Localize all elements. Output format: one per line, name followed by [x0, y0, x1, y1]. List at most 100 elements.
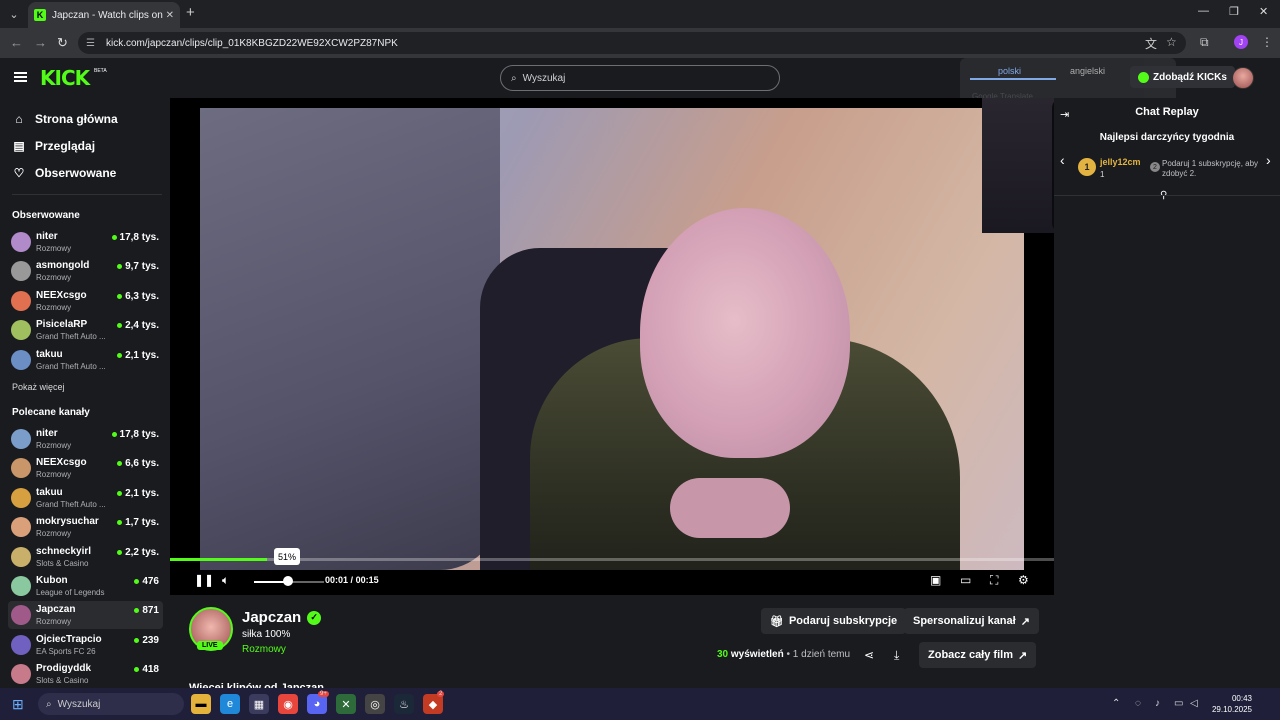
progress-track[interactable]	[170, 558, 1054, 561]
show-more-link[interactable]: Pokaż więcej	[12, 382, 65, 392]
channel-avatar	[11, 487, 31, 508]
live-dot-icon	[117, 549, 123, 555]
edge-icon[interactable]: e	[220, 694, 240, 714]
search-input[interactable]: ⌕ Wyszukaj	[500, 65, 780, 91]
download-icon[interactable]: ⤓	[894, 648, 899, 663]
browser-menu-icon[interactable]: ⋮	[1261, 35, 1273, 49]
sidebar-channel-neexcsgo[interactable]: NEEXcsgo Rozmowy 6,6 tys.	[8, 454, 163, 482]
fullscreen-icon[interactable]: ⛶	[990, 573, 998, 588]
file-explorer-icon[interactable]: ▬	[191, 694, 211, 714]
restore-button[interactable]: ❐	[1229, 5, 1239, 18]
sidebar-channel-neexcsgo[interactable]: NEEXcsgo Rozmowy 6,3 tys.	[8, 287, 163, 315]
channel-name: Prodigyddk	[36, 663, 92, 675]
speaker-icon[interactable]: ◁	[1190, 698, 1198, 709]
channel-viewers: 2,4 tys.	[117, 320, 159, 331]
reload-button[interactable]: ↻	[57, 35, 68, 51]
channel-category: League of Legends	[36, 588, 105, 597]
translate-lang-polish[interactable]: polski	[998, 66, 1021, 76]
sidebar-channel-takuu[interactable]: takuu Grand Theft Auto ... 2,1 tys.	[8, 484, 163, 512]
kick-logo[interactable]: KICK	[40, 66, 90, 90]
video-player[interactable]: 51% ❚❚ 🔈︎ 00:01 / 00:15 ▣ ▭ ⛶ ⚙	[170, 98, 1224, 595]
new-tab-button[interactable]: +	[186, 4, 195, 21]
time-current: 00:01	[325, 575, 349, 585]
store-icon[interactable]: ▦	[249, 694, 269, 714]
pause-icon[interactable]: ❚❚	[194, 573, 214, 587]
donor-name[interactable]: jelly12cm	[1100, 157, 1141, 167]
channel-category: Rozmowy	[36, 244, 72, 253]
discord-icon[interactable]: ◕	[307, 694, 327, 714]
minimize-button[interactable]: —	[1198, 5, 1209, 17]
menu-icon[interactable]	[14, 72, 27, 82]
tab-search-button[interactable]: ⌄	[4, 4, 24, 24]
browser-profile-avatar[interactable]: J	[1234, 35, 1248, 49]
nav-following-label: Obserwowane	[35, 166, 117, 180]
stats-dot: •	[786, 649, 791, 660]
clock-time: 00:43	[1231, 694, 1252, 703]
nav-browse[interactable]: ▤ Przeglądaj	[12, 136, 95, 156]
taskbar-search[interactable]: ⌕ Wyszukaj	[38, 693, 184, 715]
channel-category: Rozmowy	[36, 302, 72, 312]
chevron-left-icon[interactable]: ‹	[1060, 152, 1065, 168]
sidebar-channel-japczan[interactable]: Japczan Rozmowy 871	[8, 601, 163, 630]
tab-close-icon[interactable]: ✕	[166, 10, 174, 21]
forward-button[interactable]: →	[34, 35, 47, 50]
tray-chevron-icon[interactable]: ⌃	[1112, 698, 1120, 709]
browser-tab[interactable]: K Japczan - Watch clips on Kick ✕	[28, 2, 180, 28]
browser-tab-bar: ⌄ K Japczan - Watch clips on Kick ✕ + — …	[0, 0, 1280, 28]
app-icon[interactable]: ◎	[365, 694, 385, 714]
gift-subs-button[interactable]: 🎁︎ Podaruj subskrypcje	[761, 608, 907, 634]
volume-knob[interactable]	[283, 576, 293, 586]
extensions-icon[interactable]: ⧉	[1200, 35, 1209, 50]
taskbar-clock[interactable]: 00:43 29.10.2025	[1206, 693, 1252, 715]
viewer-count: 2,2 tys.	[125, 546, 159, 558]
sidebar-channel-takuu[interactable]: takuu Grand Theft Auto ... 2,1 tys.	[8, 346, 163, 374]
url-field[interactable]: ☰ kick.com/japczan/clips/clip_01K8KBGZD2…	[78, 32, 1186, 54]
nav-following[interactable]: ♡ Obserwowane	[12, 163, 117, 183]
settings-icon[interactable]: ⚙	[1018, 573, 1029, 587]
channel-viewers: 239	[134, 635, 159, 646]
customize-channel-button[interactable]: Spersonalizuj kanał ↗	[904, 608, 1039, 634]
sidebar-channel-asmongold[interactable]: asmongold Rozmowy 9,7 tys.	[8, 257, 163, 285]
sidebar-channel-ojciectrapcio[interactable]: OjciecTrapcio EA Sports FC 26 239	[8, 631, 163, 659]
microphone-icon[interactable]: ♪	[1155, 698, 1160, 709]
game-icon[interactable]: ◆	[423, 694, 443, 714]
sidebar-channel-pisicelarp[interactable]: PisicelaRP Grand Theft Auto ... 2,4 tys.	[8, 316, 163, 344]
channel-category: Slots & Casino	[36, 558, 89, 568]
translate-lang-english[interactable]: angielski	[1070, 66, 1105, 76]
chat-divider	[1054, 195, 1280, 196]
volume-icon[interactable]: 🔈︎	[222, 573, 229, 588]
watch-full-video-button[interactable]: Zobacz cały film ↗	[919, 642, 1037, 668]
steam-icon[interactable]: ♨	[394, 694, 414, 714]
chevron-right-icon[interactable]: ›	[1266, 152, 1271, 168]
pip-icon[interactable]: ▣	[930, 573, 941, 587]
share-icon[interactable]: ⋖	[864, 648, 874, 662]
get-kicks-button[interactable]: Zdobądź KICKs	[1130, 66, 1235, 88]
sidebar-channel-schneckyirl[interactable]: schneckyirl Slots & Casino 2,2 tys.	[8, 543, 163, 571]
channel-category: Rozmowy	[36, 529, 72, 539]
viewer-count: 17,8 tys.	[119, 232, 159, 243]
stream-category[interactable]: Rozmowy	[242, 644, 286, 655]
windows-start-icon[interactable]: ⊞	[12, 696, 24, 713]
bookmark-star-icon[interactable]: ☆	[1166, 35, 1177, 49]
tray-app-icon[interactable]: ◌	[1135, 698, 1141, 709]
sidebar-channel-kubon[interactable]: Kubon League of Legends 476	[8, 572, 163, 600]
channel-category: Slots & Casino	[36, 676, 89, 686]
network-icon[interactable]: ▭	[1174, 698, 1183, 709]
close-window-button[interactable]: ✕	[1259, 5, 1268, 18]
user-avatar[interactable]	[1232, 67, 1254, 89]
channel-category: Grand Theft Auto ...	[36, 332, 106, 342]
theater-mode-icon[interactable]: ▭	[960, 573, 971, 587]
translate-icon[interactable]: 文	[1145, 35, 1157, 52]
url-text: kick.com/japczan/clips/clip_01K8KBGZD22W…	[106, 37, 398, 49]
sidebar-channel-niter[interactable]: niter Rozmowy 17,8 tys.	[8, 425, 163, 453]
back-button[interactable]: ←	[10, 35, 23, 50]
channel-name[interactable]: Japczan	[242, 609, 301, 626]
xbox-icon[interactable]: ✕	[336, 694, 356, 714]
chrome-icon[interactable]: ◉	[278, 694, 298, 714]
site-info-icon[interactable]: ☰	[86, 38, 98, 49]
sidebar-channel-mokrysuchar[interactable]: mokrysuchar Rozmowy 1,7 tys.	[8, 513, 163, 541]
nav-home[interactable]: ⌂ Strona główna	[12, 109, 117, 129]
channel-viewers: 1,7 tys.	[117, 517, 159, 528]
sidebar-channel-niter[interactable]: niter Rozmowy 17,8 tys.	[8, 228, 163, 256]
sidebar-channel-prodigyddk[interactable]: Prodigyddk Slots & Casino 418	[8, 660, 163, 688]
